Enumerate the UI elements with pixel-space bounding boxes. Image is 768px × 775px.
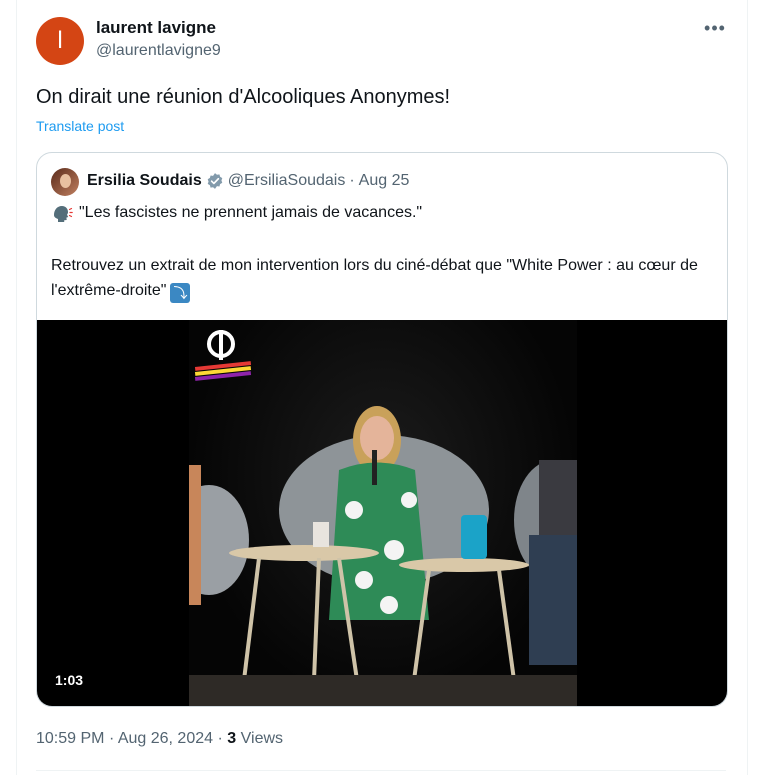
verified-badge-icon	[207, 173, 222, 189]
quoted-author-avatar[interactable]	[51, 168, 79, 196]
author-avatar[interactable]: l	[36, 17, 84, 65]
post-date[interactable]: Aug 26, 2024	[118, 730, 213, 747]
post-meta: 10:59 PM · Aug 26, 2024 · 3 Views	[36, 730, 283, 748]
author-handle[interactable]: @laurentlavigne9	[96, 42, 221, 60]
quoted-post[interactable]: Ersilia Soudais @ErsiliaSoudais · Aug 25…	[36, 152, 728, 707]
separator-dot: ·	[217, 730, 223, 747]
speaking-head-icon	[54, 206, 73, 222]
quoted-author-name[interactable]: Ersilia Soudais	[87, 172, 202, 190]
arrow-down-icon: ⤵	[170, 283, 191, 303]
quoted-author-handle[interactable]: @ErsiliaSoudais	[228, 172, 346, 190]
quote-line2-text: Retrouvez un extrait de mon intervention…	[51, 257, 698, 299]
quoted-text-line1: "Les fascistes ne prennent jamais de vac…	[51, 203, 422, 223]
views-count: 3	[227, 730, 237, 747]
lfi-logo-icon	[194, 330, 252, 381]
stage-floor	[189, 675, 577, 706]
separator-dot: ·	[349, 172, 355, 189]
quoted-post-date[interactable]: Aug 25	[359, 172, 410, 190]
video-duration: 1:03	[49, 670, 90, 690]
translate-post-link[interactable]: Translate post	[36, 118, 124, 134]
separator-dot: ·	[108, 730, 115, 747]
avatar-letter: l	[57, 27, 63, 54]
quoted-text-line2: Retrouvez un extrait de mon intervention…	[51, 253, 721, 303]
post-time[interactable]: 10:59 PM	[36, 730, 104, 747]
more-options-icon[interactable]: •••	[700, 15, 730, 41]
quoted-post-header: Ersilia Soudais @ErsiliaSoudais · Aug 25	[87, 172, 409, 190]
quote-line1-text: "Les fascistes ne prennent jamais de vac…	[79, 204, 423, 221]
divider	[36, 770, 726, 771]
views-label: Views	[240, 730, 284, 747]
author-name[interactable]: laurent lavigne	[96, 18, 216, 38]
post-text: On dirait une réunion d'Alcooliques Anon…	[36, 86, 451, 108]
video-player[interactable]: 1:03	[37, 320, 727, 706]
